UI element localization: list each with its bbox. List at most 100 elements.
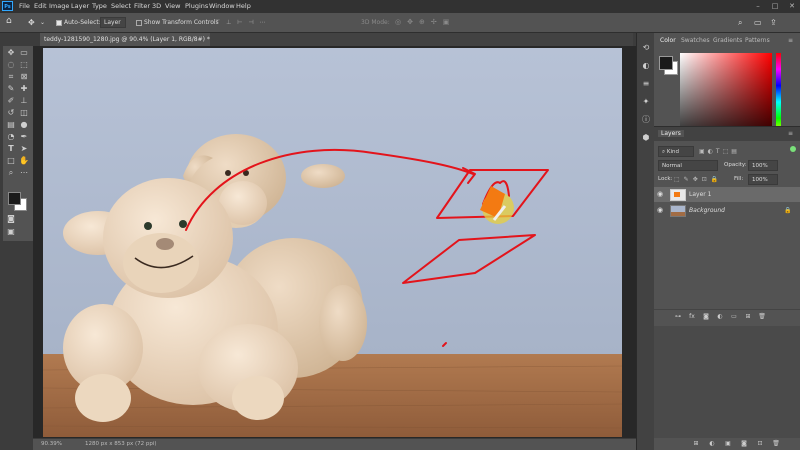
filter-toggle-icon[interactable]	[790, 146, 796, 152]
gradient-tool-icon[interactable]: ▤	[6, 120, 16, 130]
document-canvas[interactable]	[43, 48, 622, 437]
show-transform-checkbox[interactable]: Show Transform Controls	[136, 17, 219, 28]
menu-edit[interactable]: Edit	[34, 2, 47, 10]
more-tools-icon[interactable]: ⋯	[19, 168, 29, 178]
layer-mask-icon[interactable]: ◙	[702, 313, 710, 321]
photoshop-logo: Ps	[2, 1, 13, 11]
layer-thumbnail	[670, 205, 686, 217]
menu-layer[interactable]: Layer	[71, 2, 89, 10]
tool-preset-chevron-icon[interactable]: ⌄	[40, 17, 45, 28]
auto-select-dropdown[interactable]: Layer	[100, 17, 126, 28]
quick-mask-icon[interactable]: ◙	[6, 214, 16, 224]
visibility-eye-icon[interactable]: ◉	[657, 187, 663, 202]
lock-icons[interactable]: ⬚✎✥⊡🔒	[674, 174, 722, 185]
tab-color[interactable]: Color	[660, 37, 676, 44]
color-foreground-swatch[interactable]	[659, 56, 673, 70]
eraser-tool-icon[interactable]: ◫	[19, 108, 29, 118]
minimize-icon[interactable]: –	[752, 1, 764, 12]
panel-menu-icon[interactable]: ≡	[788, 37, 793, 44]
close-icon[interactable]: ✕	[786, 1, 798, 12]
eyedropper-tool-icon[interactable]: ✎	[6, 84, 16, 94]
layer-filter-dropdown[interactable]: ⌕ Kind	[658, 146, 694, 157]
blur-tool-icon[interactable]: ●	[19, 120, 29, 130]
document-tab[interactable]: teddy-1281590_1280.jpg @ 90.4% (Layer 1,…	[40, 33, 210, 46]
menu-3d[interactable]: 3D	[152, 2, 161, 10]
move-tool-icon[interactable]: ✥	[6, 48, 16, 58]
bottom-icon-2[interactable]: ◐	[708, 440, 716, 448]
auto-select-checkbox[interactable]: Auto-Select:	[56, 17, 101, 28]
artboard-tool-icon[interactable]: ▭	[19, 48, 29, 58]
status-bar: 90.39% 1280 px x 853 px (72 ppi)	[33, 439, 636, 450]
maximize-icon[interactable]: □	[769, 1, 781, 12]
layer-row-background[interactable]: ◉ Background 🔒	[654, 203, 800, 218]
filter-type-icons[interactable]: ▣◐T⬚▤	[699, 146, 740, 157]
history-brush-tool-icon[interactable]: ↺	[6, 108, 16, 118]
zoom-tool-icon[interactable]: ⌕	[6, 168, 16, 178]
menu-window[interactable]: Window	[209, 2, 235, 10]
tab-gradients[interactable]: Gradients	[713, 37, 742, 44]
properties-icon[interactable]: ≡	[641, 79, 651, 89]
opacity-input[interactable]: 100%	[748, 160, 778, 171]
search-icon[interactable]: ⌕	[738, 17, 742, 28]
foreground-color-swatch[interactable]	[8, 192, 21, 205]
layer-name: Background	[689, 207, 725, 214]
3d-icon[interactable]: ⬢	[641, 133, 651, 143]
delete-layer-icon[interactable]: 🗑	[758, 313, 766, 321]
frame-tool-icon[interactable]: ⊠	[19, 72, 29, 82]
zoom-level[interactable]: 90.39%	[41, 439, 62, 450]
workspace-icon[interactable]: ▭	[754, 17, 762, 28]
menu-filter[interactable]: Filter	[134, 2, 150, 10]
lasso-tool-icon[interactable]: ◌	[6, 60, 16, 70]
menu-bar: Ps File Edit Image Layer Type Select Fil…	[0, 0, 800, 13]
layer-row-layer-1[interactable]: ◉ Layer 1	[654, 187, 800, 202]
bottom-icon-3[interactable]: ▣	[724, 440, 732, 448]
move-tool-icon[interactable]: ✥	[28, 17, 35, 28]
visibility-eye-icon[interactable]: ◉	[657, 203, 663, 218]
adjustment-layer-icon[interactable]: ◐	[716, 313, 724, 321]
layers-menu-icon[interactable]: ≡	[788, 130, 793, 137]
align-icons[interactable]: ⊤ ⊥ ⊢ ⊣ ⋯	[215, 17, 268, 28]
fill-input[interactable]: 100%	[748, 174, 778, 185]
tools-panel: ✥ ▭ ◌ ⬚ ⌗ ⊠ ✎ ✚ ✐ ⊥ ↺ ◫ ▤ ● ◔ ✒ T ➤ □ ✋ …	[3, 46, 33, 241]
dodge-tool-icon[interactable]: ◔	[6, 132, 16, 142]
type-tool-icon[interactable]: T	[6, 144, 16, 154]
menu-view[interactable]: View	[165, 2, 180, 10]
new-group-icon[interactable]: ▭	[730, 313, 738, 321]
bottom-icon-1[interactable]: ⊞	[692, 440, 700, 448]
clone-stamp-tool-icon[interactable]: ⊥	[19, 96, 29, 106]
home-icon[interactable]: ⌂	[6, 16, 12, 27]
adjustments-icon[interactable]: ◐	[641, 61, 651, 71]
brush-tool-icon[interactable]: ✐	[6, 96, 16, 106]
menu-file[interactable]: File	[19, 2, 30, 10]
history-icon[interactable]: ⟲	[641, 43, 651, 53]
rectangle-tool-icon[interactable]: □	[6, 156, 16, 166]
menu-help[interactable]: Help	[236, 2, 251, 10]
info-icon[interactable]: ⓘ	[641, 115, 651, 125]
object-select-tool-icon[interactable]: ⬚	[19, 60, 29, 70]
healing-tool-icon[interactable]: ✚	[19, 84, 29, 94]
bottom-icon-6[interactable]: 🗑	[772, 440, 780, 448]
lock-icon: 🔒	[784, 207, 792, 214]
fx-icon[interactable]: fx	[688, 313, 696, 321]
checkbox-icon	[136, 19, 142, 26]
bottom-icon-5[interactable]: ⊡	[756, 440, 764, 448]
pen-tool-icon[interactable]: ✒	[19, 132, 29, 142]
crop-tool-icon[interactable]: ⌗	[6, 72, 16, 82]
menu-plugins[interactable]: Plugins	[185, 2, 208, 10]
hand-tool-icon[interactable]: ✋	[19, 156, 29, 166]
new-layer-icon[interactable]: ⊞	[744, 313, 752, 321]
brush-settings-icon[interactable]: ✦	[641, 97, 651, 107]
tab-layers[interactable]: Layers	[658, 130, 684, 137]
share-icon[interactable]: ⇪	[770, 17, 777, 28]
path-select-tool-icon[interactable]: ➤	[19, 144, 29, 154]
tab-patterns[interactable]: Patterns	[745, 37, 770, 44]
tab-swatches[interactable]: Swatches	[681, 37, 710, 44]
screen-mode-icon[interactable]: ▣	[6, 227, 16, 237]
menu-select[interactable]: Select	[111, 2, 131, 10]
layer-filter-value: Kind	[666, 149, 679, 155]
menu-image[interactable]: Image	[49, 2, 69, 10]
blend-mode-dropdown[interactable]: Normal	[658, 160, 718, 171]
bottom-icon-4[interactable]: ◙	[740, 440, 748, 448]
menu-type[interactable]: Type	[92, 2, 107, 10]
link-layers-icon[interactable]: ⊶	[674, 313, 682, 321]
